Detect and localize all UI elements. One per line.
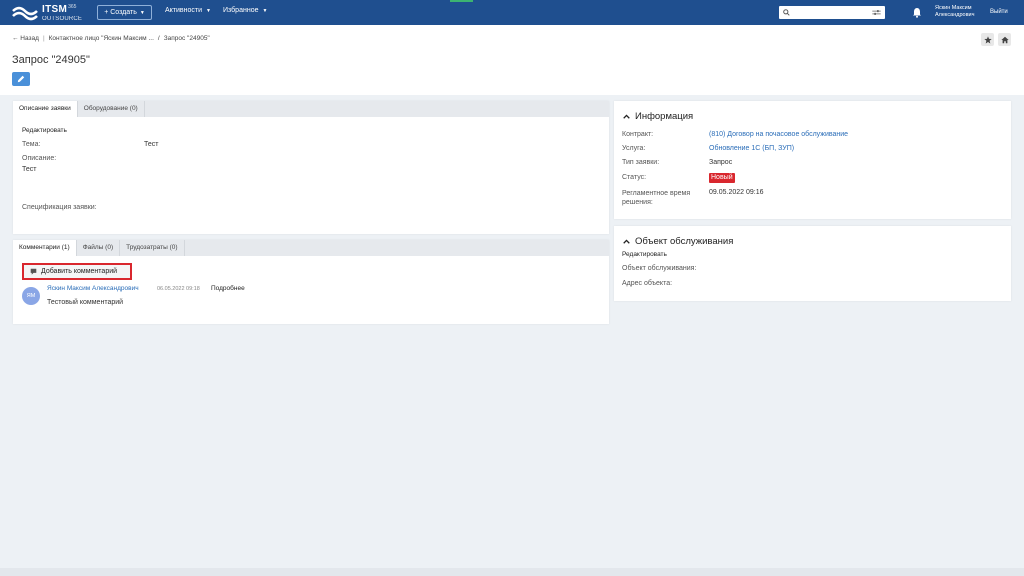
comment-text: Тестовый комментарий [47, 299, 124, 306]
tab-description[interactable]: Описание заявки [13, 101, 78, 117]
chevron-up-icon [623, 239, 630, 244]
logo-wave-icon [12, 6, 38, 21]
request-type-value: Запрос [709, 159, 733, 166]
search-icon [783, 9, 790, 16]
status-label: Статус: [622, 174, 647, 181]
page-title: Запрос "24905" [12, 54, 90, 66]
bell-icon[interactable] [912, 7, 922, 18]
service-link[interactable]: Обновление 1С (БП, ЗУП) [709, 145, 794, 152]
info-section-title[interactable]: Информация [623, 111, 693, 122]
search-input[interactable] [779, 6, 885, 19]
create-button-label: + Создать [104, 9, 137, 16]
favorites-menu[interactable]: Избранное ▼ [223, 7, 267, 14]
deadline-label-line2: решения: [622, 199, 653, 206]
user-name-line1: Яскин Максим [935, 5, 972, 11]
tab-comments[interactable]: Комментарии (1) [13, 240, 77, 256]
create-button[interactable]: + Создать ▼ [97, 5, 152, 20]
breadcrumb: ← Назад | Контактное лицо "Яскин Максим … [12, 35, 210, 42]
service-label: Услуга: [622, 145, 646, 152]
user-name-line2: Александрович [935, 12, 975, 18]
filter-settings-icon[interactable] [872, 9, 881, 16]
logo-subtitle: OUTSOURCE [42, 15, 83, 22]
bottom-strip [0, 568, 1024, 576]
chevron-down-icon: ▼ [139, 9, 145, 16]
spec-label: Спецификация заявки: [22, 204, 97, 211]
edit-button[interactable] [12, 72, 30, 86]
comment-icon [30, 268, 37, 275]
deadline-label: Регламентное время решения: [622, 189, 690, 207]
favorite-star-button[interactable] [981, 33, 994, 46]
subject-value: Тест [144, 141, 159, 148]
breadcrumb-separator: / [157, 35, 160, 42]
description-value: Тест [22, 166, 37, 173]
comment-author-link[interactable]: Яскин Максим Александрович [47, 285, 139, 292]
add-comment-button[interactable]: Добавить комментарий [22, 263, 132, 280]
top-navigation-bar: ITSM365 OUTSOURCE + Создать ▼ Активности… [0, 0, 1024, 25]
tab-labor[interactable]: Трудозатраты (0) [120, 240, 185, 256]
tab-equipment[interactable]: Оборудование (0) [78, 101, 145, 117]
logo-title: ITSM [42, 3, 68, 15]
service-object-section-title[interactable]: Объект обслуживания [623, 236, 733, 247]
request-type-label: Тип заявки: [622, 159, 660, 166]
description-edit-link[interactable]: Редактировать [22, 127, 67, 134]
comments-tabs: Комментарии (1) Файлы (0) Трудозатраты (… [13, 240, 609, 256]
deadline-label-line1: Регламентное время [622, 190, 691, 197]
topbar-accent-line [450, 0, 473, 2]
service-object-title: Объект обслуживания [635, 236, 734, 247]
contract-label: Контракт: [622, 131, 654, 138]
star-icon [983, 35, 992, 43]
pencil-icon [17, 75, 25, 83]
description-panel [13, 101, 609, 234]
favorites-menu-label: Избранное [223, 7, 259, 14]
subject-label: Тема: [22, 141, 41, 148]
chevron-up-icon [623, 114, 630, 119]
description-label: Описание: [22, 155, 57, 162]
status-badge: Новый [709, 173, 735, 183]
deadline-value: 09.05.2022 09:16 [709, 189, 764, 196]
contract-link[interactable]: (810) Договор на почасовое обслуживание [709, 131, 848, 138]
logout-link[interactable]: Выйти [990, 9, 1008, 15]
comment-datetime: 06.05.2022 09:18 [157, 286, 200, 292]
object-address-label: Адрес объекта: [622, 280, 673, 287]
avatar: ЯМ [22, 287, 40, 305]
chevron-down-icon: ▼ [262, 7, 268, 14]
back-link[interactable]: ← Назад [12, 35, 39, 42]
service-object-label: Объект обслуживания: [622, 265, 697, 272]
logo[interactable]: ITSM365 OUTSOURCE [12, 4, 82, 22]
add-comment-label: Добавить комментарий [41, 268, 118, 275]
comment-more-link[interactable]: Подробнее [211, 285, 245, 292]
user-name[interactable]: Яскин Максим Александрович [935, 5, 974, 19]
tab-files[interactable]: Файлы (0) [77, 240, 121, 256]
service-object-edit-link[interactable]: Редактировать [622, 251, 667, 258]
chevron-down-icon: ▼ [206, 7, 211, 14]
logo-superscript: 365 [68, 3, 77, 10]
home-button[interactable] [998, 33, 1011, 46]
description-tabs: Описание заявки Оборудование (0) [13, 101, 609, 117]
home-icon [1000, 36, 1009, 43]
breadcrumb-divider: | [42, 35, 45, 42]
info-title: Информация [635, 111, 694, 122]
breadcrumb-item-contact[interactable]: Контактное лицо "Яскин Максим ... [49, 35, 154, 42]
breadcrumb-item-request: Запрос "24905" [163, 35, 210, 42]
activities-menu[interactable]: Активности ▼ [165, 7, 211, 14]
activities-menu-label: Активности [165, 7, 203, 14]
